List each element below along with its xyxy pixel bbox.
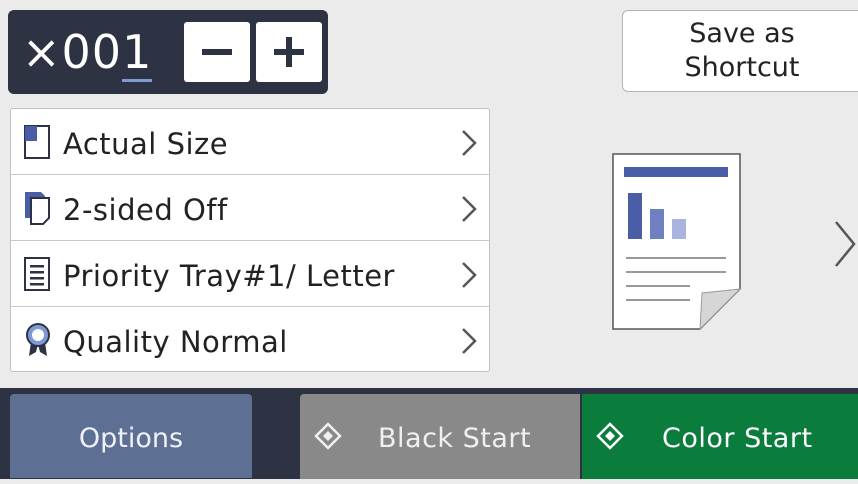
start-diamond-icon xyxy=(596,422,624,450)
decrement-button[interactable] xyxy=(184,22,250,82)
minus-icon xyxy=(202,49,232,55)
setting-label-duplex: 2-sided Off xyxy=(63,193,228,227)
save-as-shortcut-button[interactable]: Save as Shortcut xyxy=(622,10,858,92)
plus-icon xyxy=(274,37,304,67)
settings-list: Actual Size 2-sided Off Priority Tray#1/… xyxy=(10,108,490,372)
options-label: Options xyxy=(78,423,184,454)
color-start-button[interactable]: Color Start xyxy=(582,394,858,479)
setting-row-duplex[interactable]: 2-sided Off xyxy=(11,175,489,241)
chevron-right-icon xyxy=(462,262,477,288)
chevron-right-icon xyxy=(462,130,477,156)
copies-value[interactable]: ×001 xyxy=(22,20,153,84)
black-start-label: Black Start xyxy=(378,423,532,454)
start-diamond-icon xyxy=(314,422,342,450)
copies-cursor-digit: 1 xyxy=(122,25,153,82)
page-size-icon xyxy=(24,125,50,159)
chevron-right-icon xyxy=(462,196,477,222)
document-preview-thumbnail xyxy=(612,153,742,331)
tray-icon xyxy=(24,257,50,291)
copies-prefix: ×00 xyxy=(22,25,123,79)
chevron-right-icon xyxy=(462,328,477,354)
setting-label-size: Actual Size xyxy=(63,127,229,161)
copies-counter: ×001 xyxy=(8,10,328,94)
options-button[interactable]: Options xyxy=(10,394,252,478)
increment-button[interactable] xyxy=(256,22,322,82)
bottom-action-bar: Options Black Start Color Start xyxy=(0,388,858,479)
color-start-label: Color Start xyxy=(662,423,813,454)
save-shortcut-line2: Shortcut xyxy=(684,52,800,83)
setting-row-tray[interactable]: Priority Tray#1/ Letter xyxy=(11,241,489,307)
black-start-button[interactable]: Black Start xyxy=(300,394,580,479)
save-shortcut-line1: Save as xyxy=(689,18,795,49)
setting-row-quality[interactable]: Quality Normal xyxy=(11,307,489,373)
quality-ribbon-icon xyxy=(26,323,50,356)
setting-label-quality: Quality Normal xyxy=(63,325,288,359)
setting-row-size[interactable]: Actual Size xyxy=(11,109,489,175)
next-page-arrow[interactable] xyxy=(832,218,858,270)
setting-label-tray: Priority Tray#1/ Letter xyxy=(63,259,395,293)
duplex-icon xyxy=(25,192,50,225)
